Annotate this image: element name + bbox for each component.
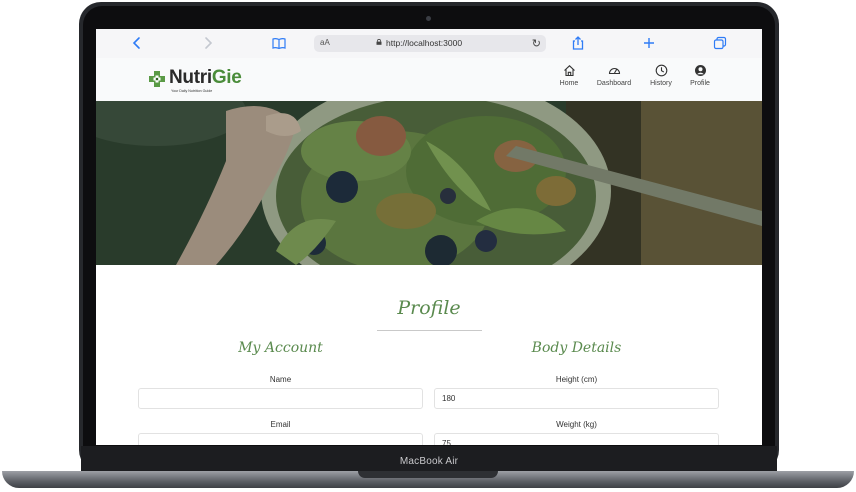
- user-icon: [694, 65, 706, 76]
- my-account-heading: My Account: [238, 340, 323, 356]
- logo-tagline: Your Daily Nutrition Guide: [171, 89, 213, 93]
- app-header: NutriGie Your Daily Nutrition Guide Home…: [96, 58, 762, 101]
- email-field[interactable]: [138, 433, 423, 445]
- new-tab-icon[interactable]: [641, 35, 657, 51]
- url-text: http://localhost:3000: [386, 38, 463, 48]
- browser-toolbar: aA http://localhost:3000 ↻: [96, 29, 762, 59]
- nav-profile[interactable]: Profile: [676, 64, 724, 87]
- tabs-overview-icon[interactable]: [712, 35, 728, 51]
- address-bar[interactable]: aA http://localhost:3000 ↻: [314, 35, 546, 52]
- share-icon[interactable]: [570, 35, 586, 51]
- height-field-value: 180: [442, 394, 456, 403]
- name-label: Name: [269, 375, 292, 384]
- logo-wordmark: NutriGie: [169, 67, 242, 88]
- email-label: Email: [270, 420, 291, 429]
- nav-dashboard[interactable]: Dashboard: [590, 64, 638, 87]
- name-field[interactable]: [138, 388, 423, 409]
- logo-mark-icon: [149, 71, 165, 87]
- back-icon[interactable]: [129, 35, 145, 51]
- nav-home-label: Home: [559, 80, 579, 87]
- page-title: Profile: [397, 297, 461, 319]
- height-field[interactable]: 180: [434, 388, 719, 409]
- nav-home[interactable]: Home: [545, 64, 593, 87]
- hero-banner-image: [96, 101, 762, 265]
- camera-icon: [426, 16, 431, 21]
- clock-icon: [655, 64, 667, 77]
- lock-icon: [376, 39, 382, 45]
- reload-icon[interactable]: ↻: [532, 37, 541, 50]
- weight-field[interactable]: 75: [434, 433, 719, 445]
- reader-text-size-button[interactable]: aA: [320, 38, 330, 47]
- height-label: Height (cm): [555, 375, 598, 384]
- dashboard-icon: [608, 68, 620, 75]
- body-details-heading: Body Details: [531, 340, 622, 356]
- weight-field-value: 75: [442, 439, 451, 445]
- device-label: MacBook Air: [399, 456, 459, 467]
- title-divider: [377, 330, 482, 331]
- bookmarks-icon[interactable]: [271, 35, 287, 51]
- home-icon: [563, 65, 575, 77]
- laptop-hinge-notch: [358, 471, 498, 478]
- screen: aA http://localhost:3000 ↻ NutriGie Your…: [96, 29, 762, 445]
- nav-dashboard-label: Dashboard: [596, 80, 632, 87]
- nav-profile-label: Profile: [690, 80, 710, 87]
- weight-label: Weight (kg): [556, 420, 597, 429]
- laptop-chin: MacBook Air: [81, 446, 777, 472]
- forward-icon[interactable]: [200, 35, 216, 51]
